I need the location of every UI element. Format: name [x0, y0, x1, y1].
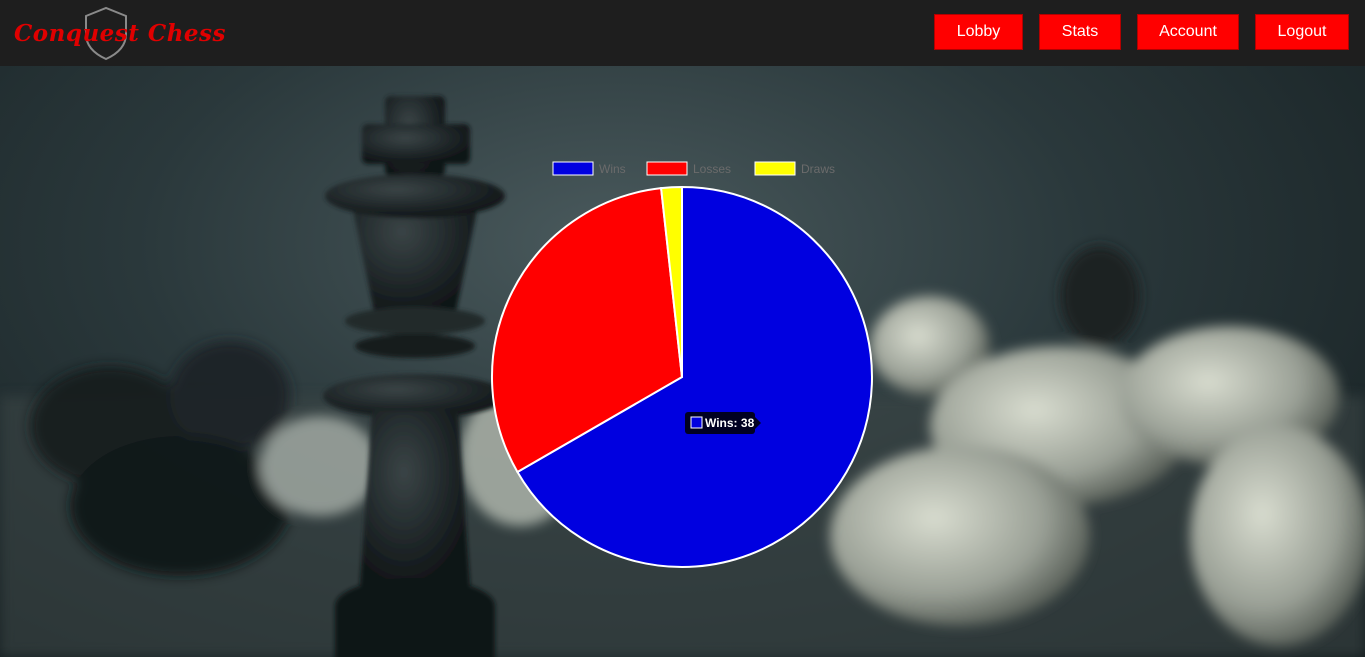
lobby-button[interactable]: Lobby — [934, 14, 1023, 50]
top-navbar: Conquest Chess Lobby Stats Account Logou… — [0, 0, 1365, 66]
account-button[interactable]: Account — [1137, 14, 1239, 50]
logo[interactable]: Conquest Chess — [10, 4, 225, 62]
legend-swatch-wins[interactable] — [552, 161, 594, 176]
stats-button[interactable]: Stats — [1039, 14, 1121, 50]
legend-swatch-losses[interactable] — [646, 161, 688, 176]
legend-label-wins[interactable]: Wins — [599, 162, 626, 176]
stats-chart: Wins Losses Draws Wins: 38 — [480, 150, 890, 580]
tooltip-swatch — [690, 416, 703, 429]
tooltip-text: Wins: 38 — [705, 416, 755, 430]
logo-text: Conquest Chess — [14, 20, 226, 47]
pie-chart-svg: Wins Losses Draws Wins: 38 — [491, 161, 873, 568]
legend-swatch-draws[interactable] — [754, 161, 796, 176]
legend-label-draws[interactable]: Draws — [801, 162, 835, 176]
chart-tooltip: Wins: 38 — [685, 412, 761, 434]
logout-button[interactable]: Logout — [1255, 14, 1349, 50]
legend-label-losses[interactable]: Losses — [693, 162, 731, 176]
